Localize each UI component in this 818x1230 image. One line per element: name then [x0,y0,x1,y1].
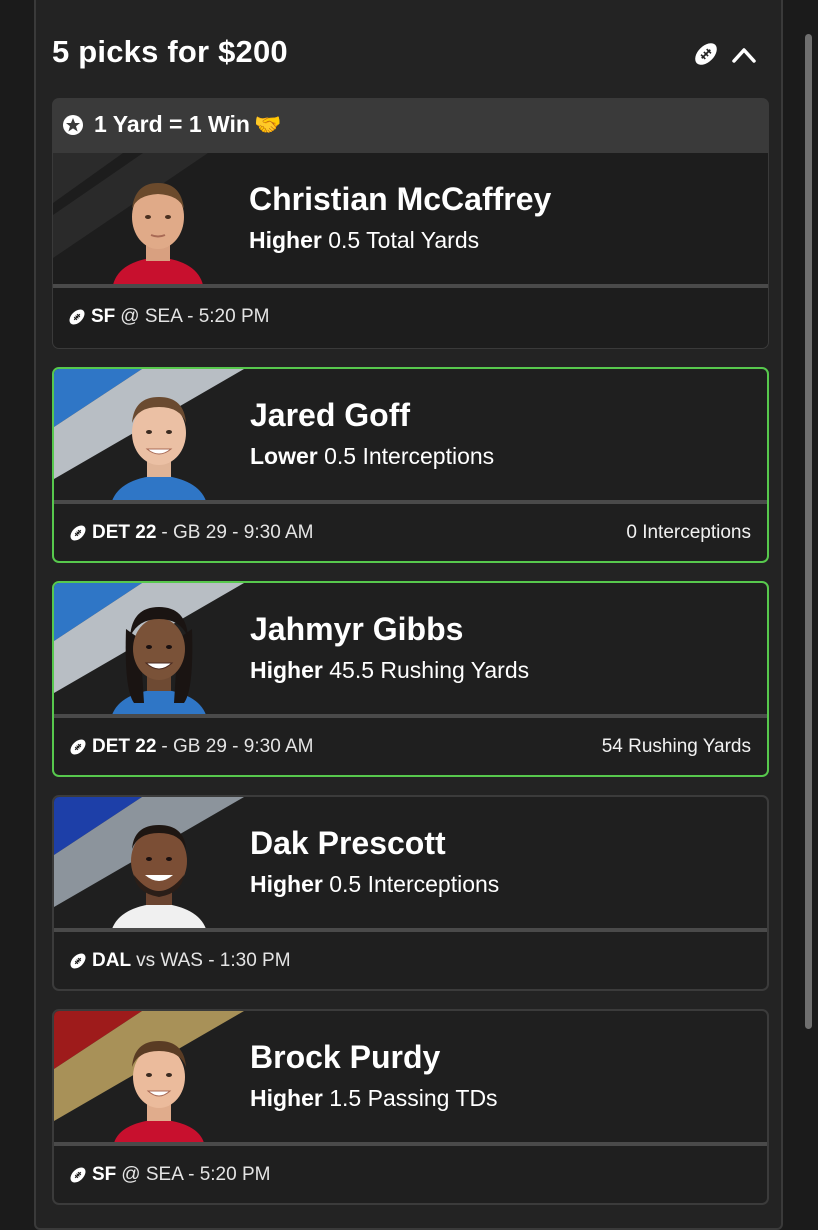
pick-card-footer: DET 22- GB 29 - 9:30 AM 0 Interceptions [54,504,767,561]
pick-direction: Higher [250,657,323,683]
pick-card-footer: DAL vs WAS - 1:30 PM [54,932,767,989]
pick-card[interactable]: Christian McCaffrey Higher 0.5 Total Yar… [53,153,768,348]
player-name: Brock Purdy [250,1039,441,1075]
pick-direction: Higher [249,227,322,253]
pick-card-top: Jared Goff Lower 0.5 Interceptions [54,369,767,501]
pick-direction: Higher [250,1085,323,1111]
football-icon [70,525,86,541]
player-headshot [113,183,203,285]
promo-group: 1 Yard = 1 Win 🤝 Christian McCaffrey Hig… [52,98,769,349]
star-icon [63,115,83,135]
entry-title: 5 picks for $200 [52,34,288,69]
football-icon [70,953,86,969]
pick-card-top: Brock Purdy Higher 1.5 Passing TDs [54,1011,767,1143]
pick-card-footer: DET 22- GB 29 - 9:30 AM 54 Rushing Yards [54,718,767,775]
pick-stat: 0.5 Interceptions [324,443,495,469]
pick-line: Higher 1.5 Passing TDs [250,1085,498,1112]
promo-label: 1 Yard = 1 Win [94,111,250,137]
player-headshot [114,1041,204,1143]
game-info: DAL vs WAS - 1:30 PM [68,950,291,972]
matchup-text: @ SEA - 5:20 PM [121,1164,271,1185]
pick-direction: Lower [250,443,318,469]
pick-card[interactable]: Jared Goff Lower 0.5 Interceptions DET 2… [52,367,769,563]
team-label: DAL [92,950,132,971]
pick-result: 54 Rushing Yards [601,736,751,757]
team-label: SF [92,1164,117,1185]
football-icon [70,1167,86,1183]
scrollbar-thumb[interactable] [805,34,812,1029]
matchup-text: - GB 29 - 9:30 AM [161,736,314,757]
pick-stat: 0.5 Interceptions [329,871,500,897]
football-icon [69,309,85,325]
game-info: SF @ SEA - 5:20 PM [67,306,269,328]
pick-card-top: Dak Prescott Higher 0.5 Interceptions [54,797,767,929]
entry-panel: 5 picks for $200 1 Yard = 1 Win 🤝 Christ… [34,0,783,1230]
pick-card[interactable]: Dak Prescott Higher 0.5 Interceptions DA… [52,795,769,991]
player-headshot [112,397,206,501]
game-info: DET 22- GB 29 - 9:30 AM [68,736,314,758]
pick-card-top: Christian McCaffrey Higher 0.5 Total Yar… [53,153,768,285]
game-info: SF @ SEA - 5:20 PM [68,1164,270,1186]
pick-card-footer: SF @ SEA - 5:20 PM [54,1146,767,1203]
pick-line: Higher 45.5 Rushing Yards [250,657,529,684]
player-headshot [112,825,206,929]
pick-stat: 1.5 Passing TDs [329,1085,498,1111]
player-name: Dak Prescott [250,825,446,861]
pick-card-top: Jahmyr Gibbs Higher 45.5 Rushing Yards [54,583,767,715]
chevron-up-icon[interactable] [729,40,759,68]
pick-line: Lower 0.5 Interceptions [250,443,494,470]
entry-header[interactable]: 5 picks for $200 [36,0,785,98]
pick-card-footer: SF @ SEA - 5:20 PM [53,288,768,348]
football-icon [70,739,86,755]
pick-line: Higher 0.5 Total Yards [249,227,479,254]
football-icon[interactable] [691,39,721,69]
handshake-emoji: 🤝 [253,112,282,137]
pick-stat: 45.5 Rushing Yards [329,657,530,683]
matchup-text: - GB 29 - 9:30 AM [161,522,314,543]
player-headshot [112,607,206,715]
promo-banner: 1 Yard = 1 Win 🤝 [52,98,769,154]
matchup-text: @ SEA - 5:20 PM [120,306,270,327]
pick-result: 0 Interceptions [626,522,751,543]
team-label: DET 22 [92,522,157,543]
player-name: Christian McCaffrey [249,181,552,217]
pick-card[interactable]: Jahmyr Gibbs Higher 45.5 Rushing Yards D… [52,581,769,777]
player-name: Jahmyr Gibbs [250,611,464,647]
pick-card[interactable]: Brock Purdy Higher 1.5 Passing TDs SF @ S… [52,1009,769,1205]
matchup-text: vs WAS - 1:30 PM [136,950,291,971]
pick-stat: 0.5 Total Yards [328,227,480,253]
team-label: DET 22 [92,736,157,757]
team-label: SF [91,306,116,327]
game-info: DET 22- GB 29 - 9:30 AM [68,522,314,544]
pick-direction: Higher [250,871,323,897]
player-name: Jared Goff [250,397,411,433]
pick-line: Higher 0.5 Interceptions [250,871,499,898]
